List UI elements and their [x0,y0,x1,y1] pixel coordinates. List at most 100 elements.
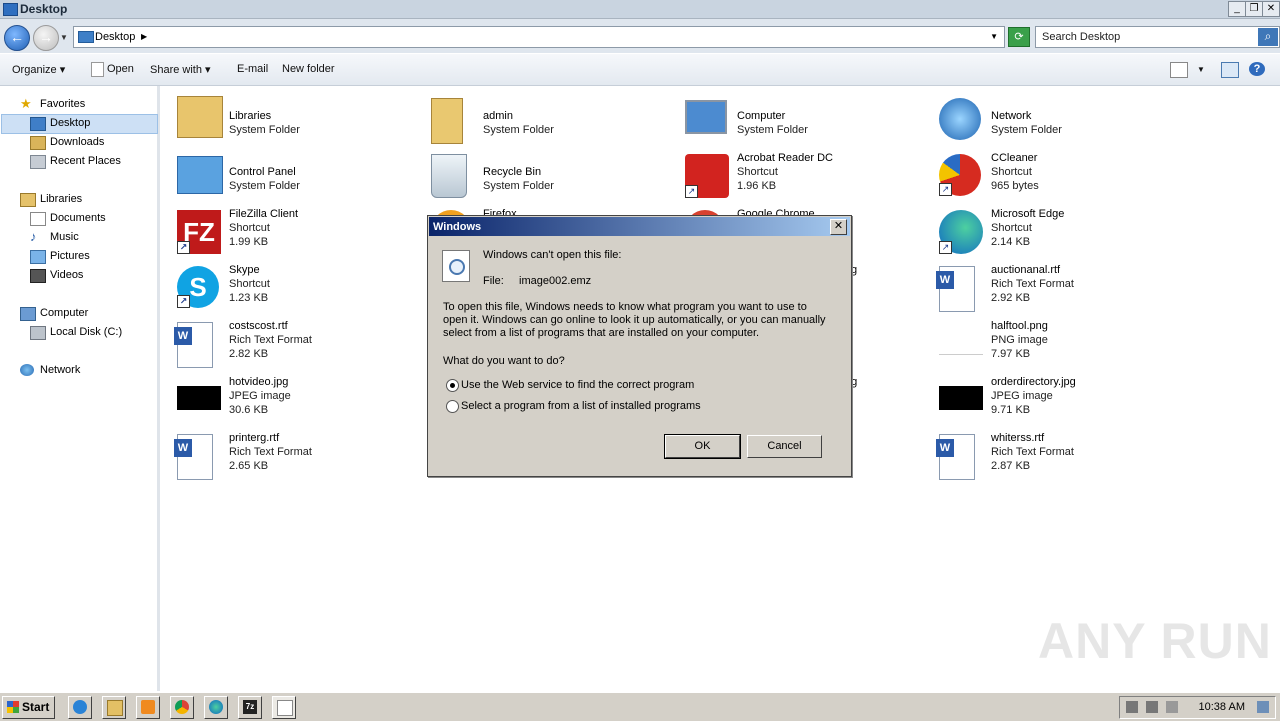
network-icon [939,98,981,140]
internet-explorer-icon [73,700,87,714]
acrobat-icon: ↗ [685,154,729,198]
taskbar: Start 7z 10:38 AM [0,692,1280,721]
file-item-recycle-bin[interactable]: Recycle Bin System Folder [415,148,665,202]
dialog-body-line-1: To open this file, Windows needs to know… [443,301,807,313]
file-item-admin[interactable]: admin System Folder [415,92,665,146]
address-dropdown[interactable]: ▼ [990,32,998,41]
file-item-ccleaner[interactable]: ↗ CCleaner Shortcut 965 bytes [923,148,1173,202]
radio-select-program[interactable] [446,400,459,413]
radio-web-service[interactable] [446,379,459,392]
breadcrumb-desktop[interactable]: Desktop [95,31,135,43]
file-item-printerg[interactable]: W printerg.rtf Rich Text Format 2.65 KB [161,428,411,482]
email-button[interactable]: E-mail [237,63,268,75]
file-item-halftool[interactable]: halftool.png PNG image 7.97 KB [923,316,1173,370]
taskbar-ie[interactable] [68,696,92,719]
star-icon: ★ [20,96,32,111]
ccleaner-icon: ↗ [939,154,981,196]
control-panel-icon [177,156,223,194]
open-icon [91,62,104,77]
computer-icon [685,100,727,134]
file-item-whiterss[interactable]: W whiterss.rtf Rich Text Format 2.87 KB [923,428,1173,482]
volume-icon[interactable] [1126,701,1138,713]
radio-web-service-label[interactable]: Use the Web service to find the correct … [461,379,694,391]
view-dropdown-icon[interactable]: ▼ [1197,65,1205,74]
network-tray-icon[interactable] [1146,701,1158,713]
cancel-button[interactable]: Cancel [747,435,822,458]
file-item-skype[interactable]: S ↗ Skype Shortcut 1.23 KB [161,260,411,314]
file-item-edge[interactable]: ↗ Microsoft Edge Shortcut 2.14 KB [923,204,1173,258]
videos-icon [30,269,46,283]
preview-pane-icon[interactable] [1221,62,1239,78]
edge-icon [209,700,223,714]
shortcut-arrow-icon: ↗ [177,295,190,308]
computer-icon [20,307,36,321]
file-item-costscost[interactable]: W costscost.rtf Rich Text Format 2.82 KB [161,316,411,370]
minimize-button[interactable]: _ [1228,1,1246,17]
dialog-body-line-2: open it. Windows can go online to look i… [443,314,826,326]
open-button[interactable]: Open [107,63,134,75]
search-input[interactable]: Search Desktop ⌕ [1035,26,1280,48]
file-item-acrobat[interactable]: ↗ Acrobat Reader DC Shortcut 1.96 KB [669,148,919,202]
rtf-document-icon: W [936,434,975,480]
recent-places-icon [30,155,46,169]
desktop-icon [30,117,46,131]
help-icon[interactable]: ? [1249,62,1265,76]
address-bar-row: ← → ▼ Desktop ▶ ▼ ⟳ Search Desktop ⌕ [0,19,1280,53]
show-desktop-icon[interactable] [1257,701,1269,713]
action-center-icon[interactable] [1166,701,1178,713]
folder-icon [107,700,123,716]
address-field[interactable]: Desktop ▶ ▼ [73,26,1005,48]
file-item-computer[interactable]: Computer System Folder [669,92,919,146]
rtf-document-icon: W [174,322,213,368]
taskbar-explorer[interactable] [102,696,126,719]
restore-button[interactable]: ❐ [1245,1,1263,17]
share-with-button[interactable]: Share with ▾ [150,63,211,76]
file-item-libraries[interactable]: Libraries System Folder [161,92,411,146]
rtf-document-icon: W [936,266,975,312]
libraries-icon [177,96,223,138]
organize-button[interactable]: Organize ▾ [12,63,65,76]
file-item-hotvideo[interactable]: hotvideo.jpg JPEG image 30.6 KB [161,372,411,426]
anyrun-watermark: ANY RUN [1038,613,1272,669]
recycle-bin-icon [431,154,467,198]
disk-icon [30,326,46,340]
dialog-close-button[interactable]: ✕ [830,219,847,235]
radio-select-program-label[interactable]: Select a program from a list of installe… [461,400,701,412]
back-button[interactable]: ← [4,25,30,51]
search-icon[interactable]: ⌕ [1258,28,1278,46]
dialog-question: What do you want to do? [443,355,565,367]
ok-button[interactable]: OK [664,434,741,459]
taskbar-edge[interactable] [204,696,228,719]
title-bar: Desktop _ ❐ ✕ [0,0,1280,19]
change-view-icon[interactable] [1170,62,1188,78]
taskbar-chrome[interactable] [170,696,194,719]
user-folder-icon [431,98,463,144]
taskbar-7zip[interactable]: 7z [238,696,262,719]
start-button[interactable]: Start [2,696,55,719]
document-icon [277,700,293,716]
taskbar-media-player[interactable] [136,696,160,719]
system-tray: 10:38 AM [1119,696,1276,719]
recent-pages-dropdown[interactable]: ▼ [60,33,68,42]
file-item-orderdirectory[interactable]: orderdirectory.jpg JPEG image 9.71 KB [923,372,1173,426]
clock[interactable]: 10:38 AM [1199,701,1245,713]
file-item-control-panel[interactable]: Control Panel System Folder [161,148,411,202]
file-item-network[interactable]: Network System Folder [923,92,1173,146]
search-placeholder: Search Desktop [1042,31,1121,43]
filezilla-icon: FZ ↗ [177,210,221,254]
breadcrumb-arrow[interactable]: ▶ [141,32,147,41]
magnifier-icon [449,259,465,275]
command-bar: Organize ▾ Open Share with ▾ E-mail New … [0,54,1280,86]
file-item-auctionanal[interactable]: W auctionanal.rtf Rich Text Format 2.92 … [923,260,1173,314]
close-button[interactable]: ✕ [1262,1,1280,17]
chrome-icon [175,700,189,714]
refresh-button[interactable]: ⟳ [1008,27,1030,47]
jpeg-thumbnail-icon [939,386,983,410]
new-folder-button[interactable]: New folder [282,63,335,75]
png-thumbnail-icon [939,330,983,355]
forward-button[interactable]: → [33,25,59,51]
edge-icon: ↗ [939,210,983,254]
file-item-filezilla[interactable]: FZ ↗ FileZilla Client Shortcut 1.99 KB [161,204,411,258]
taskbar-active-window[interactable] [272,696,296,719]
dialog-heading: Windows can't open this file: [483,249,622,261]
